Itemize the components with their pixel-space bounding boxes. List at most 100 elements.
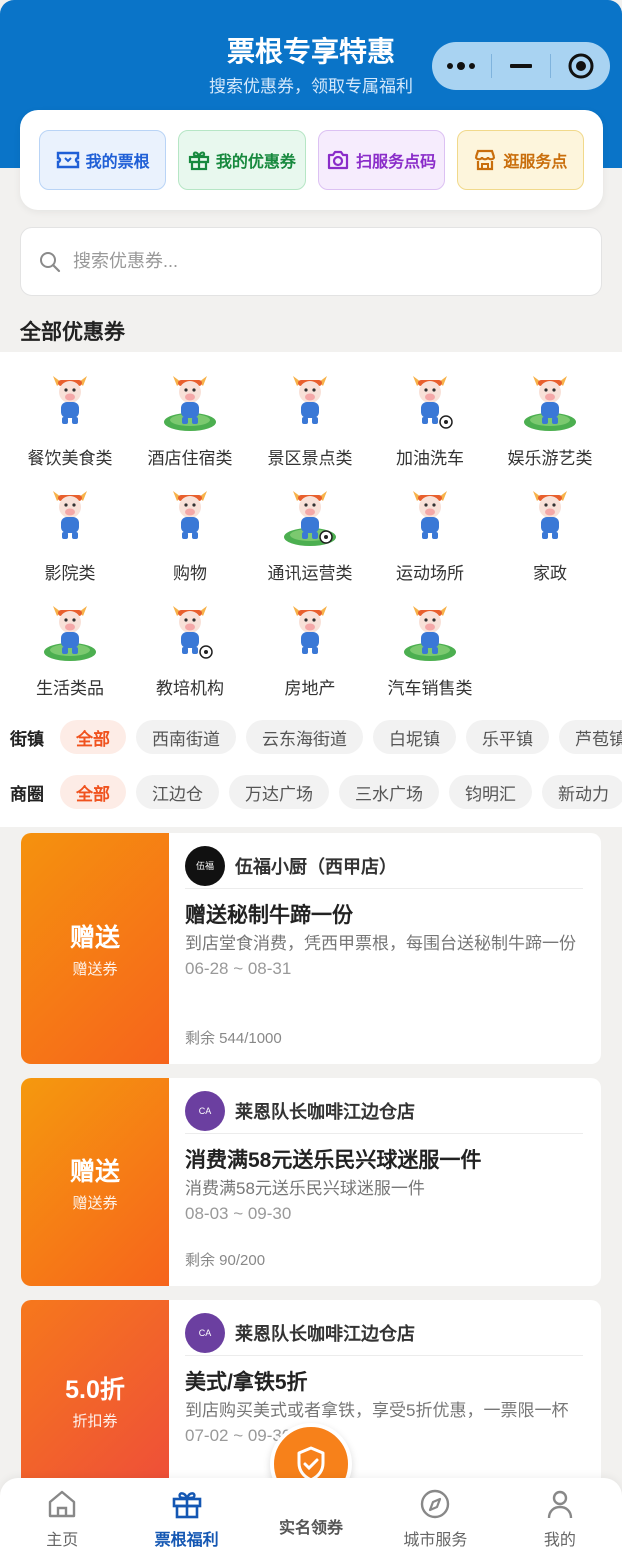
coupon-date: 07-02 ~ 09-30 <box>185 1426 292 1445</box>
mascot-icon <box>413 491 447 539</box>
category-item[interactable]: 娱乐游艺类 <box>490 370 610 471</box>
category-item[interactable]: 通讯运营类 <box>250 485 370 586</box>
tab-city-services-label: 城市服务 <box>403 1532 468 1549</box>
mascot-icon <box>44 606 96 661</box>
mascot-icon <box>533 491 567 539</box>
quick-actions: 我的票根 我的优惠券 扫服务点码 逛服务点 <box>20 110 603 210</box>
tab-mine[interactable]: 我的 <box>498 1478 622 1564</box>
browse-service-points-button[interactable]: 逛服务点 <box>456 130 584 190</box>
coupon-badge-text: 赠送 <box>69 1157 120 1186</box>
miniprogram-capsule <box>432 42 610 90</box>
gift-icon <box>188 151 209 171</box>
minimize-button[interactable] <box>492 42 551 90</box>
category-label: 生活类品 <box>36 679 104 698</box>
category-item[interactable]: 生活类品 <box>10 600 130 701</box>
street-chip[interactable]: 乐平镇 <box>466 720 549 754</box>
coupon-date: 08-03 ~ 09-30 <box>185 1204 292 1223</box>
mascot-icon <box>164 376 216 431</box>
category-item[interactable]: 影院类 <box>10 485 130 586</box>
category-item[interactable]: 汽车销售类 <box>370 600 490 701</box>
ticket-icon <box>56 151 79 169</box>
category-item[interactable]: 酒店住宿类 <box>130 370 250 471</box>
mascot-icon <box>293 606 327 654</box>
home-icon <box>49 1490 76 1518</box>
mascot-icon <box>293 376 327 424</box>
my-coupons-label: 我的优惠券 <box>215 154 296 171</box>
store-logo: CA <box>185 1312 225 1353</box>
category-label: 房地产 <box>284 679 336 698</box>
category-item[interactable]: 运动场所 <box>370 485 490 586</box>
area-chip[interactable]: 三水广场 <box>339 775 439 809</box>
coupon-card[interactable]: 赠送 赠送券 CA 莱恩队长咖啡江边仓店 消费满58元送乐民兴球迷服一件 消费满58元送乐… <box>21 1078 601 1286</box>
section-title: 全部优惠券 <box>20 321 125 344</box>
area-chips: 全部 江边仓 万达广场 三水广场 钧明汇 新动力 <box>60 775 622 809</box>
area-chip[interactable]: 新动力 <box>542 775 622 809</box>
coupon-desc: 到店堂食消费，凭西甲票根，每围台送秘制牛蹄一份 <box>185 934 576 953</box>
tab-city-services[interactable]: 城市服务 <box>373 1478 497 1564</box>
coupon-remaining: 剩余 544/1000 <box>185 1030 282 1047</box>
scan-service-code-label: 扫服务点码 <box>356 154 437 171</box>
coupon-title: 消费满58元送乐民兴球迷服一件 <box>185 1149 482 1172</box>
store-logo: CA <box>185 1090 225 1131</box>
my-coupons-button[interactable]: 我的优惠券 <box>178 130 306 190</box>
tab-ticket-benefits[interactable]: 票根福利 <box>124 1478 248 1564</box>
tab-home-label: 主页 <box>46 1532 79 1549</box>
category-label: 酒店住宿类 <box>147 449 233 468</box>
minimize-icon <box>510 64 532 68</box>
category-label: 影院类 <box>44 564 96 583</box>
area-chip[interactable]: 江边仓 <box>136 775 219 809</box>
category-label: 餐饮美食类 <box>27 449 113 468</box>
store-name: 莱恩队长咖啡江边仓店 <box>235 1323 415 1344</box>
category-item[interactable]: 教培机构 <box>130 600 250 701</box>
category-label: 教培机构 <box>156 679 224 698</box>
category-item[interactable]: 景区景点类 <box>250 370 370 471</box>
category-item[interactable]: 餐饮美食类 <box>10 370 130 471</box>
camera-icon <box>328 150 349 170</box>
close-button[interactable] <box>551 42 610 90</box>
more-button[interactable] <box>432 42 491 90</box>
street-chip[interactable]: 全部 <box>60 720 126 754</box>
my-tickets-button[interactable]: 我的票根 <box>39 130 167 190</box>
area-chip[interactable]: 万达广场 <box>229 775 329 809</box>
mascot-icon <box>284 491 336 546</box>
street-chips: 全部 西南街道 云东海街道 白坭镇 乐平镇 芦苞镇 <box>60 720 622 754</box>
category-item[interactable]: 购物 <box>130 485 250 586</box>
street-filter: 街镇 全部 西南街道 云东海街道 白坭镇 乐平镇 芦苞镇 <box>0 719 622 755</box>
area-chip[interactable]: 全部 <box>60 775 126 809</box>
category-label: 汽车销售类 <box>387 679 473 698</box>
real-name-claim-label: 实名领券 <box>278 1520 343 1537</box>
coupon-details: CA 莱恩队长咖啡江边仓店 消费满58元送乐民兴球迷服一件 消费满58元送乐民兴球迷服… <box>169 1078 601 1286</box>
category-panel: 餐饮美食类 酒店住宿类 景区景点类 加油洗车 娱乐游艺类影院类 购物 通讯运营类 运动场所 家政… <box>0 352 622 827</box>
my-tickets-label: 我的票根 <box>85 154 150 171</box>
coupon-card[interactable]: 赠送 赠送券 伍福 伍福小厨（西甲店） 赠送秘制牛蹄一份到店堂食消费，凭西甲票根，每围台… <box>21 833 601 1064</box>
category-item[interactable]: 房地产 <box>250 600 370 701</box>
mascot-icon <box>413 376 453 429</box>
coupon-badge-sub: 赠送券 <box>72 961 118 978</box>
tab-mine-label: 我的 <box>543 1532 576 1549</box>
search-bar <box>20 227 602 296</box>
area-chip[interactable]: 钧明汇 <box>449 775 532 809</box>
scan-service-code-button[interactable]: 扫服务点码 <box>317 130 445 190</box>
gift-icon <box>172 1492 201 1519</box>
tab-home[interactable]: 主页 <box>0 1478 124 1564</box>
coupon-desc: 消费满58元送乐民兴球迷服一件 <box>185 1179 425 1198</box>
store-icon <box>475 149 496 171</box>
store-row: CA 莱恩队长咖啡江边仓店 <box>185 1090 583 1134</box>
coupon-remaining: 剩余 90/200 <box>185 1252 266 1269</box>
street-chip[interactable]: 白坭镇 <box>373 720 456 754</box>
category-item[interactable]: 家政 <box>490 485 610 586</box>
coupon-badge: 赠送 赠送券 <box>21 833 169 1064</box>
store-name: 莱恩队长咖啡江边仓店 <box>235 1101 415 1122</box>
coupon-details: CA 莱恩队长咖啡江边仓店 美式/拿铁5折 到店购买美式或者拿铁，享受5折优惠，一票限… <box>169 1300 601 1500</box>
coupon-title: 赠送秘制牛蹄一份 <box>185 904 353 927</box>
store-logo: 伍福 <box>185 845 225 886</box>
area-filter-label: 商圈 <box>10 784 44 804</box>
category-label: 景区景点类 <box>267 449 353 468</box>
street-chip[interactable]: 西南街道 <box>136 720 236 754</box>
store-name: 伍福小厨（西甲店） <box>235 856 397 877</box>
street-chip[interactable]: 芦苞镇 <box>559 720 622 754</box>
search-input[interactable] <box>73 251 553 272</box>
coupon-desc: 到店购买美式或者拿铁，享受5折优惠，一票限一杯 <box>185 1401 569 1420</box>
street-chip[interactable]: 云东海街道 <box>246 720 363 754</box>
category-item[interactable]: 加油洗车 <box>370 370 490 471</box>
